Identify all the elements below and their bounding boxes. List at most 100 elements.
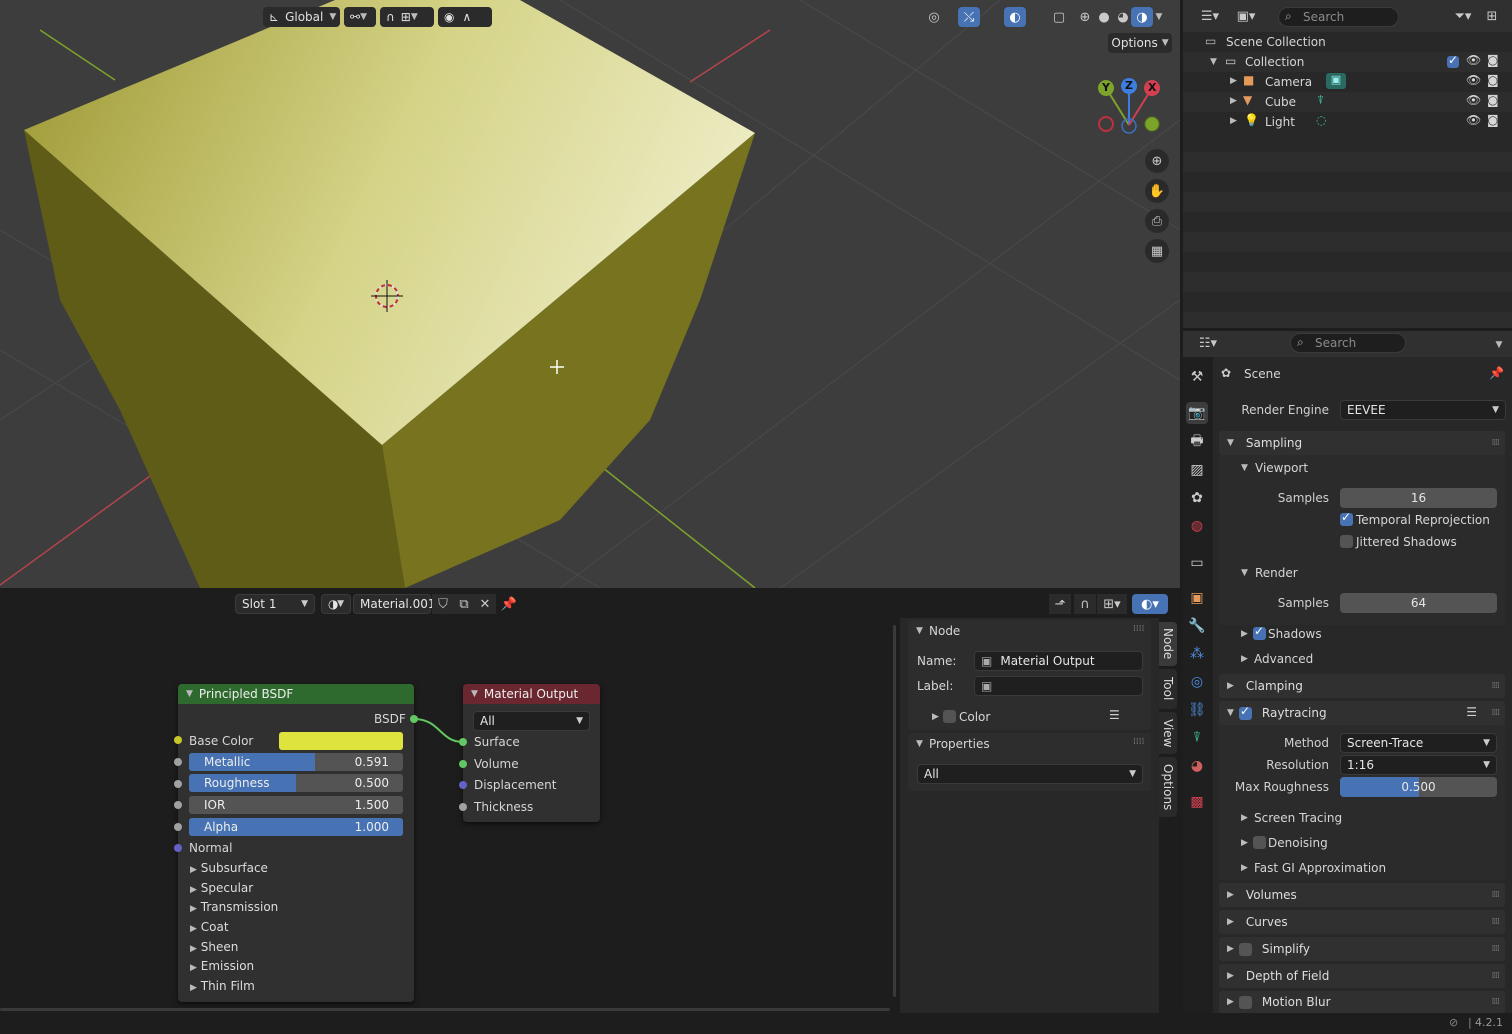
- properties-panel-title[interactable]: Properties: [929, 737, 990, 751]
- parent-node-tree-icon[interactable]: ⬏: [1049, 594, 1071, 614]
- roughness-slider[interactable]: Roughness 0.500: [189, 774, 403, 792]
- viewport-subpanel-label[interactable]: Viewport: [1255, 461, 1308, 475]
- dof-panel-header[interactable]: ▶ Depth of Field ⁞⁞⁞⁞: [1219, 964, 1505, 988]
- sidebar-tab-view[interactable]: View: [1159, 712, 1177, 754]
- rendered-shading-icon[interactable]: ◑: [1131, 7, 1153, 27]
- surface-socket[interactable]: [459, 738, 467, 746]
- render-tab-icon[interactable]: 📷: [1186, 402, 1208, 424]
- base-color-socket[interactable]: [174, 736, 182, 744]
- filter-icon[interactable]: ⏷▾: [1448, 6, 1478, 26]
- properties-search[interactable]: ⌕ Search: [1290, 333, 1406, 353]
- raytracing-panel-header[interactable]: ▼ Raytracing ☰ ⁞⁞⁞⁞: [1219, 701, 1505, 725]
- max-roughness-slider[interactable]: 0.500: [1340, 777, 1497, 797]
- modifier-tab-icon[interactable]: 🔧: [1186, 615, 1208, 637]
- outliner-row-scene[interactable]: ▭ Scene Collection: [1183, 32, 1512, 52]
- duplicate-material-icon[interactable]: ⧉: [453, 594, 475, 614]
- proportional-edit[interactable]: ◉ ∧: [438, 7, 492, 27]
- color-presets-icon[interactable]: ☰: [1109, 708, 1120, 722]
- pin-icon[interactable]: 📌: [498, 594, 520, 614]
- physics-tab-icon[interactable]: ◎: [1186, 671, 1208, 693]
- material-output-header[interactable]: ▼ Material Output: [463, 684, 600, 704]
- node-overlays-icon[interactable]: ◐▾: [1132, 594, 1168, 614]
- constraints-tab-icon[interactable]: ⛓: [1186, 699, 1208, 721]
- object-tab-icon[interactable]: ▣: [1186, 587, 1208, 609]
- shadows-label[interactable]: Shadows: [1268, 627, 1322, 641]
- pivot-dropdown[interactable]: ⚯ ▼: [344, 7, 376, 27]
- ior-socket[interactable]: [174, 801, 182, 809]
- ior-slider[interactable]: IOR 1.500: [189, 796, 403, 814]
- snap-dropdown[interactable]: ∩ ⊞ ▼: [380, 7, 434, 27]
- properties-editor-type-icon[interactable]: ☷▾: [1193, 333, 1223, 353]
- thin-film-panel[interactable]: ▶ Thin Film: [190, 979, 255, 993]
- gizmo-toggle-icon[interactable]: ⤯: [958, 7, 980, 27]
- sheen-panel[interactable]: ▶ Sheen: [190, 940, 238, 954]
- overlays-toggle-icon[interactable]: ◐: [1004, 7, 1026, 27]
- pan-hand-icon[interactable]: ✋: [1145, 179, 1169, 203]
- orientation-dropdown[interactable]: ⊾ Global ▼: [263, 7, 340, 27]
- scene-tab-icon[interactable]: ✿: [1186, 487, 1208, 509]
- output-tab-icon[interactable]: 🖶: [1186, 431, 1208, 453]
- alpha-socket[interactable]: [174, 823, 182, 831]
- pin-icon[interactable]: 📌: [1489, 366, 1504, 380]
- collection-tab-icon[interactable]: ▭: [1186, 552, 1208, 574]
- zoom-icon[interactable]: ⊕: [1145, 149, 1169, 173]
- transmission-panel[interactable]: ▶ Transmission: [190, 900, 278, 914]
- node-editor-scrollbar[interactable]: [893, 625, 896, 997]
- subsurface-panel[interactable]: ▶ Subsurface: [190, 861, 268, 875]
- principled-bsdf-header[interactable]: ▼ Principled BSDF: [178, 684, 414, 704]
- properties-options-icon[interactable]: ▼: [1488, 335, 1510, 355]
- options-button[interactable]: Options ▼: [1108, 33, 1172, 53]
- jittered-shadows-checkbox[interactable]: [1340, 535, 1353, 548]
- material-name-field[interactable]: Material.001: [353, 594, 435, 614]
- base-color-swatch[interactable]: [279, 732, 403, 750]
- properties-target-dropdown[interactable]: All ▼: [917, 764, 1143, 784]
- snap-target-icon[interactable]: ⊞▾: [1097, 594, 1127, 614]
- view-layer-tab-icon[interactable]: ▨: [1186, 459, 1208, 481]
- method-dropdown[interactable]: Screen-Trace ▼: [1340, 733, 1497, 753]
- sidebar-tab-tool[interactable]: Tool: [1159, 669, 1177, 709]
- volumes-panel-header[interactable]: ▶ Volumes ⁞⁞⁞⁞: [1219, 883, 1505, 907]
- render-camera-icon[interactable]: ◙: [1487, 73, 1499, 87]
- node-label-field[interactable]: ▣: [974, 676, 1143, 696]
- presets-list-icon[interactable]: ☰: [1466, 705, 1477, 719]
- metallic-slider[interactable]: Metallic 0.591: [189, 753, 403, 771]
- node-panel-title[interactable]: Node: [929, 624, 960, 638]
- outliner-row-camera[interactable]: ▶ ■ Camera ▣ 👁 ◙: [1183, 72, 1512, 92]
- sidebar-tab-node[interactable]: Node: [1159, 622, 1177, 666]
- collection-exclude-checkbox[interactable]: [1447, 53, 1459, 68]
- editor-type-icon[interactable]: ☰▾: [1195, 6, 1225, 26]
- fast-gi-label[interactable]: Fast GI Approximation: [1254, 861, 1386, 875]
- volume-socket[interactable]: [459, 760, 467, 768]
- visibility-icon[interactable]: ◎: [923, 7, 945, 27]
- bsdf-output-socket[interactable]: [410, 715, 418, 723]
- tool-tab-icon[interactable]: ⚒: [1186, 366, 1208, 388]
- coat-panel[interactable]: ▶ Coat: [190, 920, 229, 934]
- node-name-field[interactable]: ▣ Material Output: [974, 651, 1143, 671]
- render-engine-dropdown[interactable]: EEVEE ▼: [1340, 400, 1506, 420]
- eye-icon[interactable]: 👁: [1466, 113, 1481, 127]
- curves-panel-header[interactable]: ▶ Curves ⁞⁞⁞⁞: [1219, 910, 1505, 934]
- motion-blur-panel-header[interactable]: ▶ Motion Blur ⁞⁞⁞⁞: [1219, 991, 1505, 1013]
- temporal-reprojection-checkbox[interactable]: [1340, 510, 1353, 526]
- viewport-scene[interactable]: [0, 0, 1180, 588]
- denoising-checkbox[interactable]: [1253, 836, 1266, 849]
- roughness-socket[interactable]: [174, 780, 182, 788]
- world-tab-icon[interactable]: ◍: [1186, 515, 1208, 537]
- node-color-label[interactable]: Color: [959, 710, 990, 724]
- unlink-material-icon[interactable]: ✕: [474, 594, 496, 614]
- render-camera-icon[interactable]: ◙: [1487, 113, 1499, 127]
- node-editor-hscrollbar[interactable]: [0, 1008, 890, 1011]
- material-browse-dropdown[interactable]: ◑ ▼: [321, 594, 351, 614]
- screen-tracing-label[interactable]: Screen Tracing: [1254, 811, 1342, 825]
- new-collection-icon[interactable]: ⊞: [1481, 6, 1503, 26]
- specular-panel[interactable]: ▶ Specular: [190, 881, 253, 895]
- xray-icon[interactable]: ▢: [1048, 7, 1070, 27]
- alpha-slider[interactable]: Alpha 1.000: [189, 818, 403, 836]
- viewport-3d[interactable]: ⊾ Global ▼ ⚯ ▼ ∩ ⊞ ▼ ◉ ∧ ◎ ⤯ ◐ ▢ ⊕ ● ◕ ◑ ▼ O…: [0, 0, 1180, 588]
- eye-icon[interactable]: 👁: [1466, 93, 1481, 107]
- displacement-socket[interactable]: [459, 781, 467, 789]
- particles-tab-icon[interactable]: ⁂: [1186, 643, 1208, 665]
- render-subpanel-label[interactable]: Render: [1255, 566, 1298, 580]
- sampling-panel-header[interactable]: ▼ Sampling ⁞⁞⁞⁞: [1219, 431, 1505, 455]
- simplify-panel-header[interactable]: ▶ Simplify ⁞⁞⁞⁞: [1219, 937, 1505, 961]
